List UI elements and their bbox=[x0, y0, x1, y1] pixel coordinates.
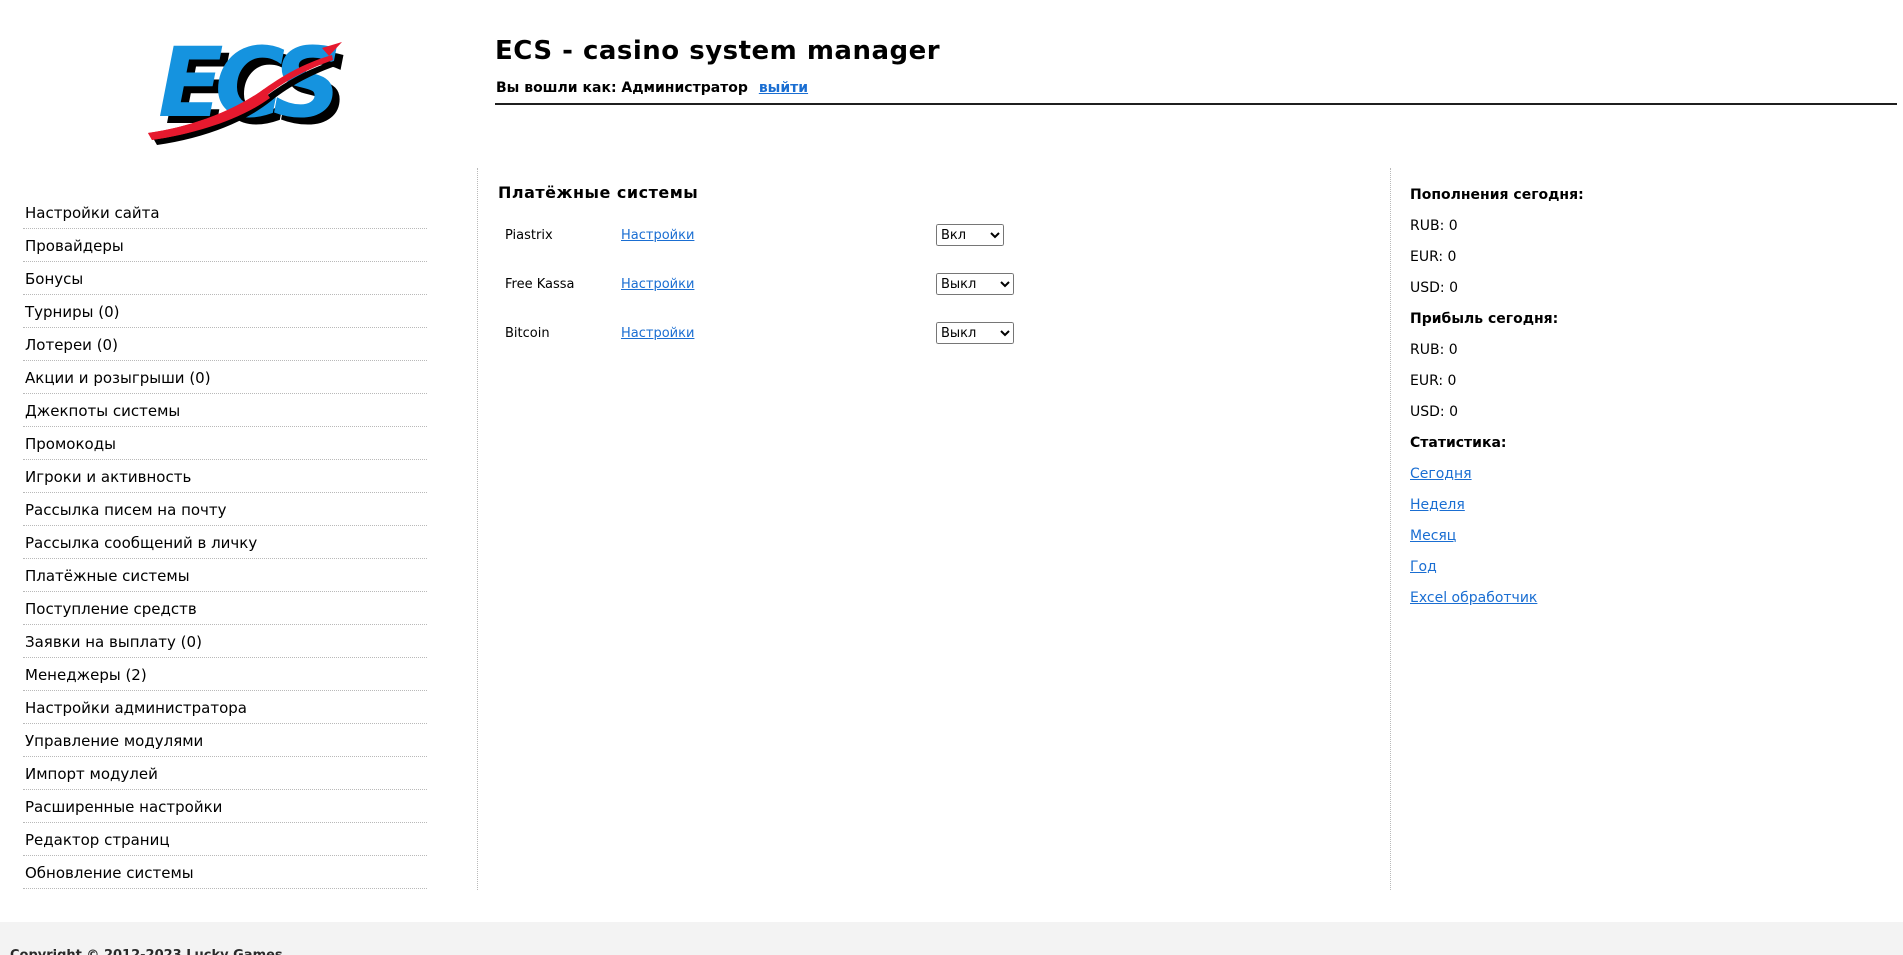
deposit-rub: RUB: 0 bbox=[1410, 218, 1458, 234]
sidebar-item-system-update[interactable]: Обновление системы bbox=[23, 856, 427, 889]
sidebar-item-module-management[interactable]: Управление модулями bbox=[23, 724, 427, 757]
sidebar-item-admin-settings[interactable]: Настройки администратора bbox=[23, 691, 427, 724]
stat-link-week[interactable]: Неделя bbox=[1410, 497, 1465, 513]
profit-title: Прибыль сегодня: bbox=[1410, 311, 1559, 327]
login-status: Вы вошли как: Администратор выйти bbox=[496, 80, 808, 96]
sidebar-item-payout-requests[interactable]: Заявки на выплату (0) bbox=[23, 625, 427, 658]
payment-state-select[interactable]: Вкл Выкл bbox=[936, 224, 1004, 246]
stat-link-year[interactable]: Год bbox=[1410, 559, 1437, 575]
payment-settings-link[interactable]: Настройки bbox=[621, 326, 694, 341]
profit-rub: RUB: 0 bbox=[1410, 342, 1458, 358]
sidebar-item-bonuses[interactable]: Бонусы bbox=[23, 262, 427, 295]
sidebar-item-pm-mailing[interactable]: Рассылка сообщений в личку bbox=[23, 526, 427, 559]
stat-link-month[interactable]: Месяц bbox=[1410, 528, 1456, 544]
sidebar-item-tournaments[interactable]: Турниры (0) bbox=[23, 295, 427, 328]
payment-settings-link[interactable]: Настройки bbox=[621, 277, 694, 292]
sidebar-item-payment-systems[interactable]: Платёжные системы bbox=[23, 559, 427, 592]
admin-page: ECS ECS ECS - casino system manager Вы в… bbox=[0, 0, 1903, 955]
payment-name: Bitcoin bbox=[505, 326, 550, 341]
stats-panel: Пополнения сегодня: RUB: 0 EUR: 0 USD: 0… bbox=[1410, 186, 1660, 620]
sidebar-item-page-editor[interactable]: Редактор страниц bbox=[23, 823, 427, 856]
ecs-logo[interactable]: ECS ECS bbox=[136, 12, 346, 152]
profit-usd: USD: 0 bbox=[1410, 404, 1458, 420]
profit-eur: EUR: 0 bbox=[1410, 373, 1457, 389]
header-divider bbox=[495, 103, 1897, 105]
sidebar-item-incoming-funds[interactable]: Поступление средств bbox=[23, 592, 427, 625]
payment-row: Piastrix Настройки Вкл Выкл bbox=[498, 224, 1358, 246]
statistics-title: Статистика: bbox=[1410, 435, 1507, 451]
deposit-eur: EUR: 0 bbox=[1410, 249, 1457, 265]
footer: Copyright © 2012-2023 Lucky Games bbox=[0, 922, 1903, 955]
copyright-text: Copyright © 2012-2023 Lucky Games bbox=[10, 948, 283, 955]
sidebar-item-lotteries[interactable]: Лотереи (0) bbox=[23, 328, 427, 361]
payment-state-select[interactable]: Вкл Выкл bbox=[936, 322, 1014, 344]
payment-name: Piastrix bbox=[505, 228, 553, 243]
sidebar-item-providers[interactable]: Провайдеры bbox=[23, 229, 427, 262]
payment-row: Free Kassa Настройки Вкл Выкл bbox=[498, 273, 1358, 295]
login-status-text: Вы вошли как: Администратор bbox=[496, 80, 748, 96]
payment-row: Bitcoin Настройки Вкл Выкл bbox=[498, 322, 1358, 344]
sidebar: Настройки сайта Провайдеры Бонусы Турнир… bbox=[23, 196, 427, 889]
sidebar-item-site-settings[interactable]: Настройки сайта bbox=[23, 196, 427, 229]
payment-name: Free Kassa bbox=[505, 277, 575, 292]
payment-settings-link[interactable]: Настройки bbox=[621, 228, 694, 243]
svg-text:ECS: ECS bbox=[158, 27, 337, 139]
sidebar-item-module-import[interactable]: Импорт модулей bbox=[23, 757, 427, 790]
main-stats-divider bbox=[1390, 168, 1391, 890]
panel-title: Платёжные системы bbox=[498, 183, 699, 202]
logout-link[interactable]: выйти bbox=[759, 80, 808, 96]
stat-link-excel[interactable]: Excel обработчик bbox=[1410, 590, 1537, 606]
sidebar-item-email-mailing[interactable]: Рассылка писем на почту bbox=[23, 493, 427, 526]
deposits-title: Пополнения сегодня: bbox=[1410, 187, 1584, 203]
sidebar-item-promocodes[interactable]: Промокоды bbox=[23, 427, 427, 460]
payment-systems-panel: Платёжные системы Piastrix Настройки Вкл… bbox=[498, 183, 1358, 371]
sidebar-item-managers[interactable]: Менеджеры (2) bbox=[23, 658, 427, 691]
payment-state-select[interactable]: Вкл Выкл bbox=[936, 273, 1014, 295]
sidebar-item-promotions[interactable]: Акции и розыгрыши (0) bbox=[23, 361, 427, 394]
deposit-usd: USD: 0 bbox=[1410, 280, 1458, 296]
page-title: ECS - casino system manager bbox=[495, 36, 941, 66]
sidebar-item-advanced-settings[interactable]: Расширенные настройки bbox=[23, 790, 427, 823]
sidebar-item-players-activity[interactable]: Игроки и активность bbox=[23, 460, 427, 493]
sidebar-main-divider bbox=[477, 168, 478, 890]
stat-link-today[interactable]: Сегодня bbox=[1410, 466, 1472, 482]
sidebar-item-jackpots[interactable]: Джекпоты системы bbox=[23, 394, 427, 427]
